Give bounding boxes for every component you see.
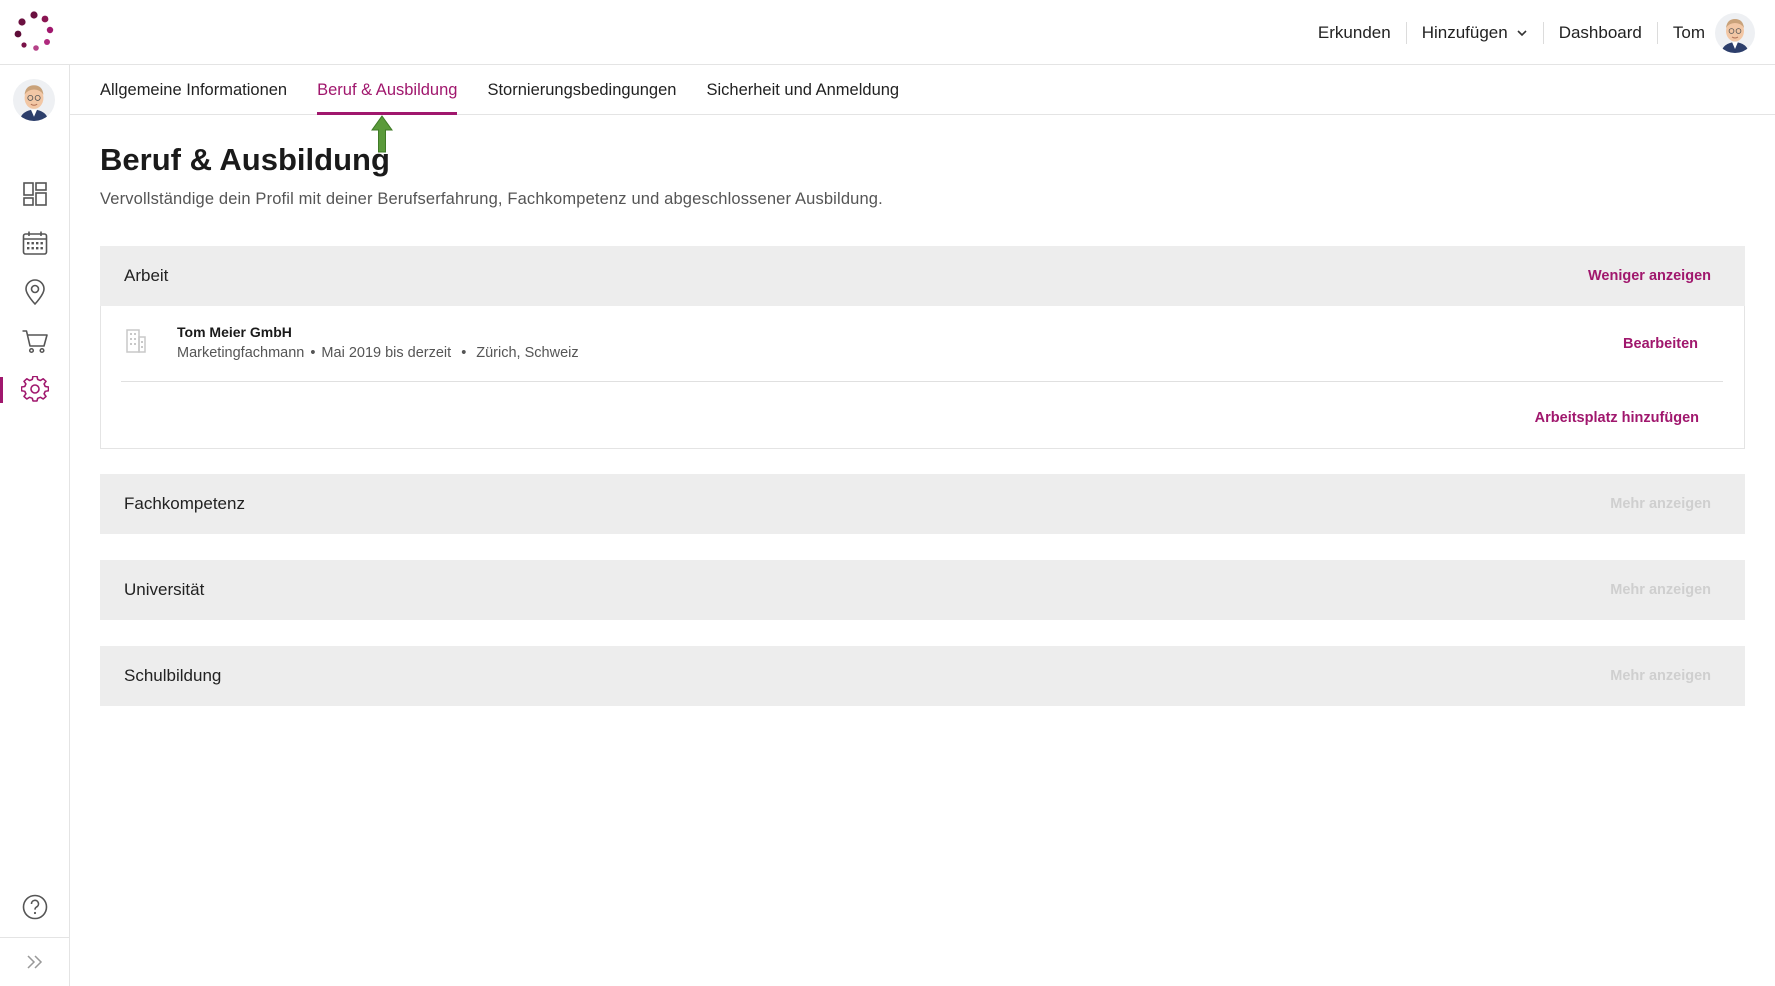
job-position: Marketingfachmann — [177, 345, 305, 361]
tab-sicherheit-anmeldung[interactable]: Sicherheit und Anmeldung — [706, 65, 899, 115]
location-pin-icon — [25, 279, 45, 306]
company-name: Tom Meier GmbH — [177, 324, 292, 340]
fachkompetenz-section-header[interactable]: Fachkompetenz Mehr anzeigen — [100, 474, 1745, 534]
section-title: Fachkompetenz — [124, 494, 245, 513]
sidebar-item-locations[interactable] — [0, 272, 70, 312]
help-icon — [22, 894, 48, 920]
page-title: Beruf & Ausbildung — [100, 142, 390, 177]
sidebar-divider — [0, 937, 70, 938]
sidebar-item-calendar[interactable] — [0, 223, 70, 263]
job-location: Zürich, Schweiz — [476, 345, 579, 361]
expand-icon — [27, 955, 43, 969]
sidebar-help[interactable] — [0, 887, 70, 927]
work-section: Arbeit Weniger anzeigen Tom Meier GmbH M… — [100, 246, 1745, 449]
section-title: Universität — [124, 580, 205, 599]
add-workplace-button[interactable]: Arbeitsplatz hinzufügen — [1535, 410, 1699, 426]
user-name: Tom — [1672, 22, 1705, 42]
main-content: Beruf & Ausbildung Vervollständige dein … — [100, 115, 1745, 706]
user-menu[interactable]: Tom — [1658, 12, 1755, 53]
separator-dot: • — [461, 345, 467, 361]
edit-work-button[interactable]: Bearbeiten — [1623, 336, 1698, 352]
calendar-icon — [22, 231, 48, 255]
tab-stornierungsbedingungen[interactable]: Stornierungsbedingungen — [487, 65, 676, 115]
building-icon — [126, 329, 146, 353]
nav-dashboard-label: Dashboard — [1558, 22, 1642, 42]
schulbildung-section-header[interactable]: Schulbildung Mehr anzeigen — [100, 646, 1745, 706]
section-title: Schulbildung — [124, 666, 222, 685]
show-more-link[interactable]: Mehr anzeigen — [1610, 668, 1711, 684]
sidebar-avatar[interactable] — [13, 79, 55, 121]
nav-dashboard[interactable]: Dashboard — [1544, 23, 1657, 43]
universitaet-section-header[interactable]: Universität Mehr anzeigen — [100, 560, 1745, 620]
avatar[interactable] — [1715, 12, 1755, 53]
work-entry: Tom Meier GmbH Marketingfachmann • Mai 201… — [121, 306, 1723, 382]
chevron-down-icon — [1517, 29, 1527, 36]
show-less-link[interactable]: Weniger anzeigen — [1588, 268, 1711, 284]
job-period: Mai 2019 bis derzeit — [321, 345, 452, 361]
top-bar: Erkunden Hinzufügen Dashboard Tom — [0, 0, 1775, 65]
profile-tabs: Allgemeine Informationen Beruf & Ausbild… — [70, 65, 1775, 115]
nav-hinzufuegen-label: Hinzufügen — [1421, 22, 1508, 42]
gear-icon — [21, 376, 49, 402]
dashboard-icon — [23, 182, 47, 206]
sidebar-item-cart[interactable] — [0, 321, 70, 361]
separator-dot: • — [310, 345, 316, 361]
nav-erkunden-label: Erkunden — [1317, 22, 1391, 42]
nav-hinzufuegen-dropdown[interactable]: Hinzufügen — [1407, 23, 1543, 43]
tab-beruf-ausbildung[interactable]: Beruf & Ausbildung — [317, 65, 458, 115]
page-subtitle: Vervollständige dein Profil mit deiner B… — [100, 190, 883, 208]
job-details: Marketingfachmann • Mai 2019 bis derzeit • Z… — [177, 345, 579, 361]
sidebar-expand[interactable] — [0, 942, 70, 982]
sidebar-item-dashboard[interactable] — [0, 174, 70, 214]
show-more-link[interactable]: Mehr anzeigen — [1610, 582, 1711, 598]
sidebar — [0, 65, 70, 986]
work-section-body: Tom Meier GmbH Marketingfachmann • Mai 201… — [100, 306, 1745, 449]
tab-allgemeine-informationen[interactable]: Allgemeine Informationen — [100, 65, 287, 115]
work-section-header[interactable]: Arbeit Weniger anzeigen — [100, 246, 1745, 306]
cart-icon — [22, 330, 48, 354]
logo-icon[interactable] — [12, 10, 56, 54]
top-navigation: Erkunden Hinzufügen Dashboard Tom — [1303, 0, 1755, 65]
show-more-link[interactable]: Mehr anzeigen — [1610, 496, 1711, 512]
sidebar-item-settings[interactable] — [0, 370, 70, 410]
section-title: Arbeit — [124, 266, 169, 285]
nav-erkunden[interactable]: Erkunden — [1303, 23, 1406, 43]
